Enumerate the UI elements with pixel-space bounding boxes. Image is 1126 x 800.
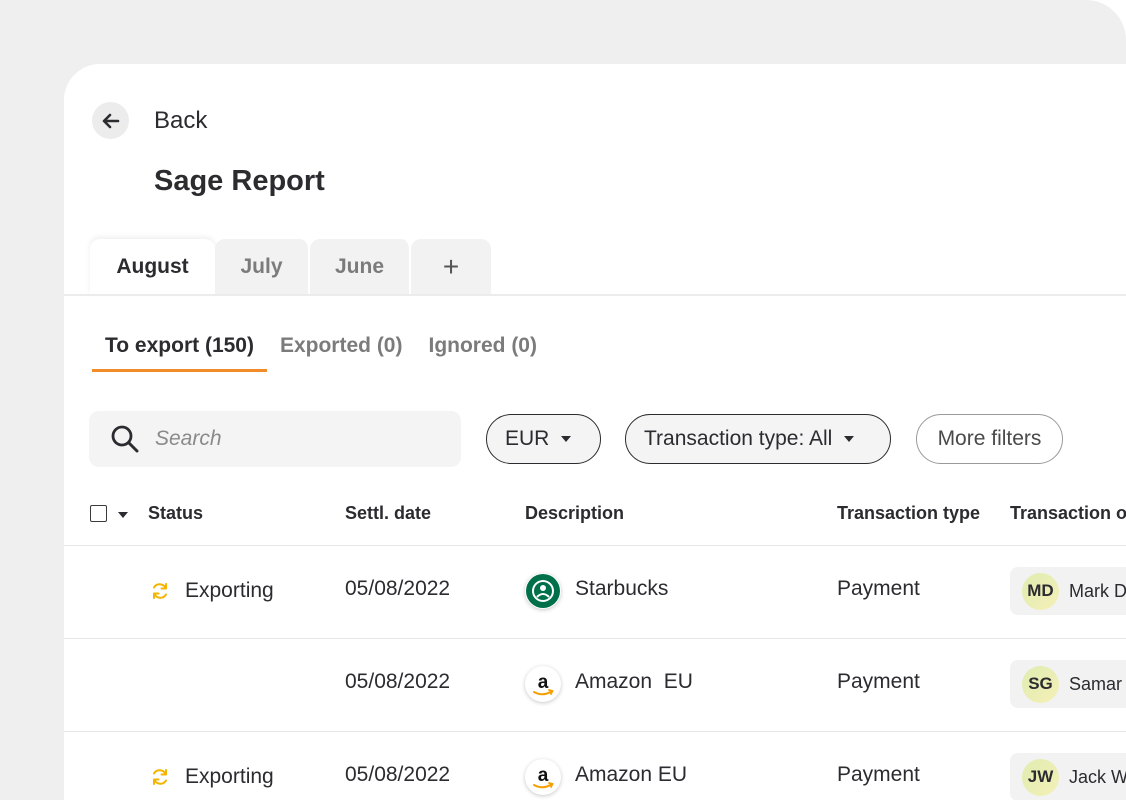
settl-date: 05/08/2022 <box>345 763 451 786</box>
report-panel: Back Sage Report August July June + To e… <box>64 64 1126 800</box>
more-filters-button[interactable]: More filters <box>916 414 1063 464</box>
avatar: MD <box>1022 572 1059 610</box>
tab-june[interactable]: June <box>310 239 411 295</box>
transaction-type: Payment <box>837 763 920 786</box>
search-icon <box>111 425 139 453</box>
owner-name: Mark D <box>1069 580 1126 601</box>
owner-chip: JW Jack W <box>1010 753 1126 800</box>
tab-july[interactable]: July <box>215 239 310 295</box>
month-tabs: August July June + <box>90 239 491 295</box>
transaction-type: Payment <box>837 577 920 600</box>
column-transaction-type[interactable]: Transaction type <box>837 503 980 524</box>
search-box[interactable] <box>89 411 461 467</box>
avatar: SG <box>1022 665 1059 703</box>
amazon-logo-icon: a <box>525 666 561 702</box>
chevron-down-icon <box>561 436 572 442</box>
owner-chip: MD Mark D <box>1010 567 1126 615</box>
currency-filter-label: EUR <box>505 427 550 450</box>
starbucks-logo-icon <box>525 573 561 609</box>
tab-august[interactable]: August <box>90 239 215 295</box>
select-all-checkbox[interactable] <box>90 505 107 522</box>
column-settl-date[interactable]: Settl. date <box>345 503 431 524</box>
status-text: Exporting <box>185 579 274 602</box>
transaction-type: Payment <box>837 670 920 693</box>
settl-date: 05/08/2022 <box>345 670 451 693</box>
transaction-type-filter[interactable]: Transaction type: All <box>625 414 891 464</box>
owner-name: Jack W <box>1069 766 1126 787</box>
back-button[interactable]: Back <box>92 102 207 139</box>
description: Amazon EU <box>575 670 693 693</box>
row-divider <box>64 545 1126 546</box>
back-label: Back <box>154 106 208 134</box>
amazon-logo-icon: a <box>525 759 561 795</box>
avatar: JW <box>1022 758 1059 796</box>
tab-ignored[interactable]: Ignored (0) <box>415 330 550 372</box>
tab-divider <box>64 294 1126 296</box>
status-tabs: To export (150) Exported (0) Ignored (0) <box>92 330 550 372</box>
settl-date: 05/08/2022 <box>345 577 451 600</box>
owner-chip: SG Samar <box>1010 660 1126 708</box>
tab-exported[interactable]: Exported (0) <box>267 330 416 372</box>
tab-to-export[interactable]: To export (150) <box>92 330 267 372</box>
column-transaction-owner[interactable]: Transaction o <box>1010 503 1126 524</box>
column-status[interactable]: Status <box>148 503 203 524</box>
chevron-down-icon <box>844 436 855 442</box>
page-title: Sage Report <box>154 165 325 197</box>
currency-filter[interactable]: EUR <box>486 414 601 464</box>
back-arrow-icon <box>92 102 129 139</box>
add-tab-button[interactable]: + <box>411 239 491 295</box>
row-divider <box>64 638 1126 639</box>
chevron-down-icon[interactable] <box>118 512 128 518</box>
description: Amazon EU <box>575 763 688 786</box>
row-divider <box>64 731 1126 732</box>
status-text: Exporting <box>185 765 274 788</box>
background: Back Sage Report August July June + To e… <box>0 0 1126 800</box>
description: Starbucks <box>575 577 669 600</box>
svg-text:a: a <box>538 765 549 786</box>
sync-icon <box>153 583 167 599</box>
search-input[interactable] <box>155 427 435 451</box>
column-description[interactable]: Description <box>525 503 624 524</box>
owner-name: Samar <box>1069 673 1123 694</box>
transaction-type-filter-label: Transaction type: All <box>644 427 833 450</box>
sync-icon <box>153 769 167 785</box>
svg-text:a: a <box>538 672 549 693</box>
